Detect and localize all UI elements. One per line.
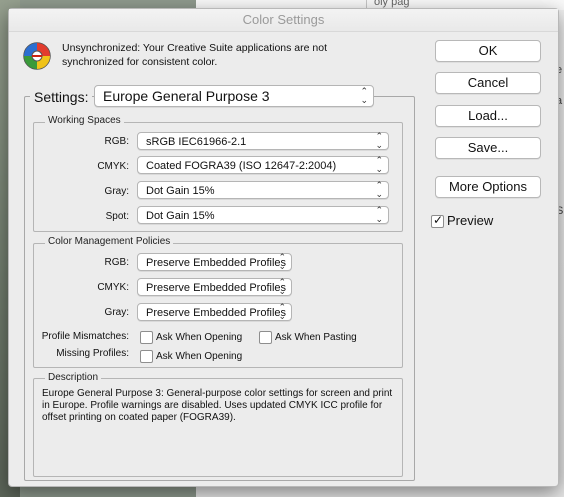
ws-cmyk-select[interactable]: Coated FOGRA39 (ISO 12647-2:2004) ⌃ ⌄	[137, 156, 389, 174]
chevron-updown-icon: ⌃ ⌄	[278, 277, 286, 296]
ws-gray-select[interactable]: Dot Gain 15% ⌃ ⌄	[137, 181, 389, 199]
chevron-updown-icon: ⌃ ⌄	[375, 205, 383, 224]
settings-label: Settings:	[30, 89, 93, 105]
ws-cmyk-label: CMYK:	[97, 161, 129, 172]
policy-gray-select[interactable]: Preserve Embedded Profiles ⌃ ⌄	[137, 303, 292, 321]
chevron-updown-icon: ⌃ ⌄	[375, 180, 383, 199]
preview-label: Preview	[447, 213, 494, 228]
ws-rgb-label: RGB:	[104, 136, 129, 147]
ws-gray-label: Gray:	[104, 186, 129, 197]
sync-status-message: Unsynchronized: Your Creative Suite appl…	[62, 42, 327, 68]
policies-title: Color Management Policies	[45, 236, 174, 247]
mismatch-ask-opening-label: Ask When Opening	[156, 332, 243, 343]
ws-cmyk-value: Coated FOGRA39 (ISO 12647-2:2004)	[146, 160, 337, 172]
ws-gray-value: Dot Gain 15%	[146, 185, 215, 197]
description-title: Description	[45, 372, 102, 383]
chevron-updown-icon: ⌃ ⌄	[278, 252, 286, 271]
more-options-button[interactable]: More Options	[435, 176, 541, 198]
ws-rgb-value: sRGB IEC61966-2.1	[146, 136, 247, 148]
cancel-button[interactable]: Cancel	[435, 72, 541, 94]
policy-rgb-select[interactable]: Preserve Embedded Profiles ⌃ ⌄	[137, 253, 292, 271]
chevron-updown-icon: ⌃ ⌄	[360, 86, 368, 105]
policy-rgb-label: RGB:	[104, 257, 129, 268]
color-settings-dialog: Color Settings Unsynchronized: Your Crea…	[8, 8, 559, 487]
ws-spot-label: Spot:	[105, 211, 129, 222]
policy-gray-label: Gray:	[104, 307, 129, 318]
policy-cmyk-value: Preserve Embedded Profiles	[146, 282, 287, 294]
load-button[interactable]: Load...	[435, 105, 541, 127]
policy-cmyk-label: CMYK:	[97, 282, 129, 293]
settings-preset-select[interactable]: Europe General Purpose 3 ⌃ ⌄	[94, 85, 374, 107]
settings-preset-value: Europe General Purpose 3	[103, 88, 270, 104]
ws-rgb-select[interactable]: sRGB IEC61966-2.1 ⌃ ⌄	[137, 132, 389, 150]
policy-cmyk-select[interactable]: Preserve Embedded Profiles ⌃ ⌄	[137, 278, 292, 296]
chevron-updown-icon: ⌃ ⌄	[375, 155, 383, 174]
ws-spot-value: Dot Gain 15%	[146, 210, 215, 222]
policy-gray-value: Preserve Embedded Profiles	[146, 307, 287, 319]
missing-profiles-label: Missing Profiles:	[56, 348, 129, 359]
policy-rgb-value: Preserve Embedded Profiles	[146, 257, 287, 269]
unsynchronized-icon	[23, 42, 51, 70]
chevron-updown-icon: ⌃ ⌄	[278, 302, 286, 321]
background-text-fragment: oly pag	[374, 0, 410, 8]
working-spaces-title: Working Spaces	[45, 115, 124, 126]
mismatch-ask-opening-checkbox[interactable]	[140, 331, 153, 344]
mismatch-ask-pasting-label: Ask When Pasting	[275, 332, 357, 343]
description-text: Europe General Purpose 3: General-purpos…	[42, 388, 393, 423]
save-button[interactable]: Save...	[435, 137, 541, 159]
missing-ask-opening-label: Ask When Opening	[156, 351, 243, 362]
dialog-title: Color Settings	[9, 9, 558, 32]
missing-ask-opening-checkbox[interactable]	[140, 350, 153, 363]
ws-spot-select[interactable]: Dot Gain 15% ⌃ ⌄	[137, 206, 389, 224]
mismatch-ask-pasting-checkbox[interactable]	[259, 331, 272, 344]
profile-mismatches-label: Profile Mismatches:	[41, 331, 129, 342]
chevron-updown-icon: ⌃ ⌄	[375, 131, 383, 150]
preview-checkbox[interactable]	[431, 213, 444, 228]
ok-button[interactable]: OK	[435, 40, 541, 62]
